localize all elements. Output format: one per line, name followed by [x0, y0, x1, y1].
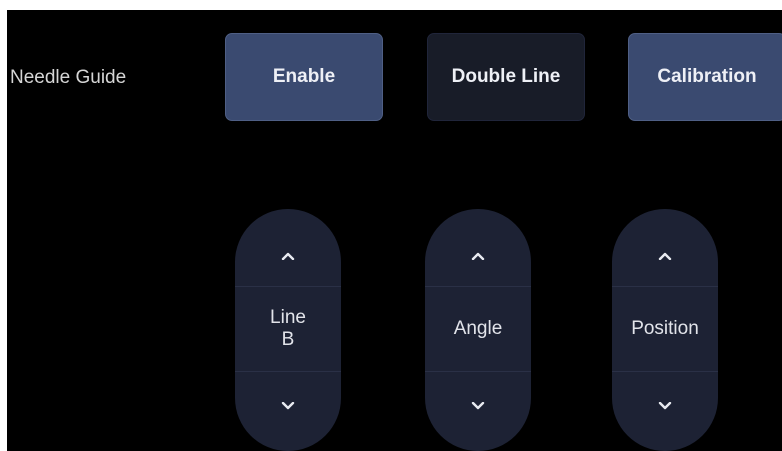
angle-decrease-button[interactable] — [425, 372, 531, 451]
chevron-down-icon — [658, 402, 672, 410]
position-stepper-label: Position — [612, 286, 718, 372]
line-decrease-button[interactable] — [235, 372, 341, 451]
line-label-line1: Line — [270, 307, 306, 328]
chevron-up-icon — [658, 252, 672, 260]
double-line-button[interactable]: Double Line — [427, 33, 585, 121]
enable-button-label: Enable — [272, 66, 336, 87]
line-stepper-label: Line B — [235, 286, 341, 372]
position-label: Position — [631, 318, 699, 339]
line-increase-button[interactable] — [235, 209, 341, 286]
calibration-button[interactable]: Calibration — [628, 33, 782, 121]
line-label-line2: B — [281, 329, 295, 350]
position-increase-button[interactable] — [612, 209, 718, 286]
needle-guide-label: Needle Guide — [10, 67, 127, 88]
position-decrease-button[interactable] — [612, 372, 718, 451]
angle-stepper: Angle — [425, 209, 531, 451]
double-line-button-label: Double Line — [451, 66, 561, 87]
chevron-down-icon — [471, 402, 485, 410]
position-stepper: Position — [612, 209, 718, 451]
calibration-button-label: Calibration — [657, 66, 757, 87]
angle-stepper-label: Angle — [425, 286, 531, 372]
needle-guide-panel: Needle Guide Enable Double Line Calibrat… — [7, 10, 782, 451]
enable-button[interactable]: Enable — [225, 33, 383, 121]
screen: Needle Guide Enable Double Line Calibrat… — [0, 0, 782, 451]
angle-label: Angle — [453, 318, 503, 339]
angle-increase-button[interactable] — [425, 209, 531, 286]
chevron-up-icon — [471, 252, 485, 260]
line-stepper: Line B — [235, 209, 341, 451]
chevron-up-icon — [281, 252, 295, 260]
chevron-down-icon — [281, 402, 295, 410]
